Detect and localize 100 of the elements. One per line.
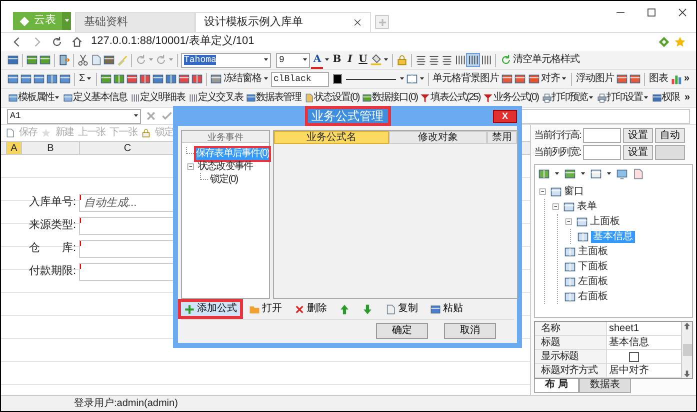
cell-name-field[interactable]: A1	[7, 108, 141, 124]
freeze-panes-button[interactable]: 冻结窗格	[222, 73, 270, 85]
toolbar-button[interactable]: 状态设置(0)	[303, 92, 360, 104]
collapse-icon[interactable]	[551, 202, 561, 212]
floating-image-button[interactable]: 浮动图片	[575, 73, 615, 85]
table-icon[interactable]	[59, 73, 71, 85]
color-swatch[interactable]	[332, 74, 342, 84]
toolbar-button[interactable]: 打印设置	[596, 92, 650, 104]
font-field[interactable]: Tahoma	[181, 52, 271, 68]
image-icon[interactable]	[629, 73, 641, 85]
toolbar-button[interactable]: 数据表管理	[245, 92, 302, 104]
column-header[interactable]: B	[22, 142, 80, 154]
tree-item[interactable]: 锁定(0)	[210, 174, 238, 186]
scissors-icon[interactable]	[77, 54, 89, 66]
image-icon[interactable]	[501, 73, 514, 85]
tree-item[interactable]: 主面板	[578, 246, 608, 258]
cell-icon[interactable]	[210, 73, 222, 85]
clear-style-button[interactable]: 清空单元格样式	[499, 54, 580, 66]
scrollbar[interactable]	[681, 322, 692, 378]
tree-item[interactable]: 左面板	[578, 276, 608, 288]
chart-button[interactable]: 图表	[648, 73, 669, 85]
set-button[interactable]: 设置	[622, 128, 653, 143]
maximize-icon[interactable]	[646, 7, 657, 18]
browser-tab[interactable]: 设计模板示例入库单	[195, 12, 371, 32]
row-height-field[interactable]	[582, 128, 621, 143]
scroll-down-icon[interactable]	[683, 370, 691, 378]
delete-button[interactable]: 删除	[291, 302, 330, 316]
collapse-icon[interactable]	[186, 162, 196, 172]
table-icon[interactable]	[39, 54, 51, 66]
close-button[interactable]: X	[493, 110, 517, 122]
toolbar-button[interactable]: 数据接口(0)	[361, 92, 418, 104]
scroll-up-icon[interactable]	[683, 322, 691, 330]
set-button[interactable]: 设置	[622, 145, 653, 160]
tree-item[interactable]: 下面板	[578, 260, 608, 272]
delete-cell-icon[interactable]	[178, 73, 190, 85]
check-icon[interactable]	[161, 110, 173, 122]
close-icon[interactable]	[353, 18, 362, 27]
toolbar-button[interactable]: 打印预览	[540, 92, 594, 104]
toolbar-button[interactable]: 权限	[650, 92, 680, 104]
door-icon[interactable]	[58, 54, 70, 66]
paste-icon[interactable]	[103, 54, 115, 66]
sum-button[interactable]: Σ	[78, 73, 93, 85]
toolbar-button[interactable]: 定义交叉表	[187, 92, 244, 104]
toolbar-button[interactable]: 定义基本信息	[62, 92, 128, 104]
bold-button[interactable]: B	[331, 54, 343, 66]
checkbox[interactable]	[629, 352, 639, 362]
panel-icon[interactable]	[590, 168, 602, 180]
diamond-icon[interactable]	[658, 36, 670, 48]
monitor-icon[interactable]	[616, 168, 628, 180]
more-button[interactable]: »	[682, 73, 690, 85]
toolbar-button[interactable]: 填表公式(25)	[419, 92, 482, 104]
align-button[interactable]: 对齐	[527, 73, 568, 85]
tree-item[interactable]: 状态改变事件	[198, 160, 253, 172]
merge-cell-icon[interactable]	[152, 73, 164, 85]
row-split-icon[interactable]	[564, 168, 576, 180]
insert-cell-icon[interactable]	[100, 73, 112, 85]
property-value[interactable]: sheet1	[609, 322, 640, 334]
delete-cell-icon[interactable]	[126, 73, 138, 85]
image-icon[interactable]	[616, 73, 628, 85]
copy-icon[interactable]	[90, 54, 102, 66]
auto-button[interactable]: 自动	[654, 128, 685, 143]
url-text[interactable]: 127.0.0.1:88/10001/表单定义/101	[91, 35, 254, 49]
italic-button[interactable]: I	[344, 54, 356, 66]
column-header[interactable]: 业务公式名	[274, 131, 390, 144]
distribute-icon[interactable]	[480, 54, 492, 66]
column-header[interactable]: 修改对象	[389, 131, 488, 144]
tree-item[interactable]: 右面板	[578, 290, 608, 302]
table-icon[interactable]	[7, 73, 19, 85]
underline-button[interactable]: U	[357, 54, 369, 66]
column-width-field[interactable]	[582, 145, 621, 160]
browser-tab[interactable]: 基础资料	[75, 12, 195, 32]
property-value[interactable]: 居中对齐	[609, 364, 649, 376]
panel-tab[interactable]: 布 局	[534, 379, 579, 393]
font-size-field[interactable]: 9	[276, 52, 310, 68]
star-icon[interactable]	[674, 36, 686, 48]
insert-cell-icon[interactable]	[112, 73, 125, 85]
column-split-icon[interactable]	[538, 168, 550, 180]
cell-background-image-button[interactable]: 单元格背景图片	[432, 73, 500, 85]
dropdown-button[interactable]	[62, 12, 71, 30]
toolbar-button[interactable]: 模板属性	[7, 92, 61, 104]
fill-icon[interactable]	[370, 54, 382, 66]
property-value[interactable]: 基本信息	[609, 336, 649, 348]
table-icon[interactable]	[33, 73, 45, 85]
delete-cell-icon[interactable]	[138, 73, 151, 85]
ok-button[interactable]: 确定	[376, 322, 428, 338]
more-button[interactable]: »	[683, 92, 690, 104]
collapse-icon[interactable]	[564, 216, 574, 226]
chart-icon[interactable]	[670, 73, 682, 85]
column-header[interactable]: A	[7, 142, 22, 154]
image-icon[interactable]	[514, 73, 526, 85]
table-icon[interactable]	[26, 54, 38, 66]
open-button[interactable]: 打开	[246, 302, 285, 316]
color-field[interactable]: clBlack	[270, 72, 329, 86]
cancel-button[interactable]: 取消	[444, 322, 496, 338]
lock-icon[interactable]	[396, 54, 408, 66]
toolbar-button[interactable]: 业务公式(0)	[482, 92, 540, 104]
save-icon[interactable]	[7, 54, 19, 66]
paste-button[interactable]: 粘贴	[427, 302, 466, 316]
add-formula-button[interactable]: 添加公式	[181, 302, 240, 316]
reload-icon[interactable]	[51, 36, 63, 48]
